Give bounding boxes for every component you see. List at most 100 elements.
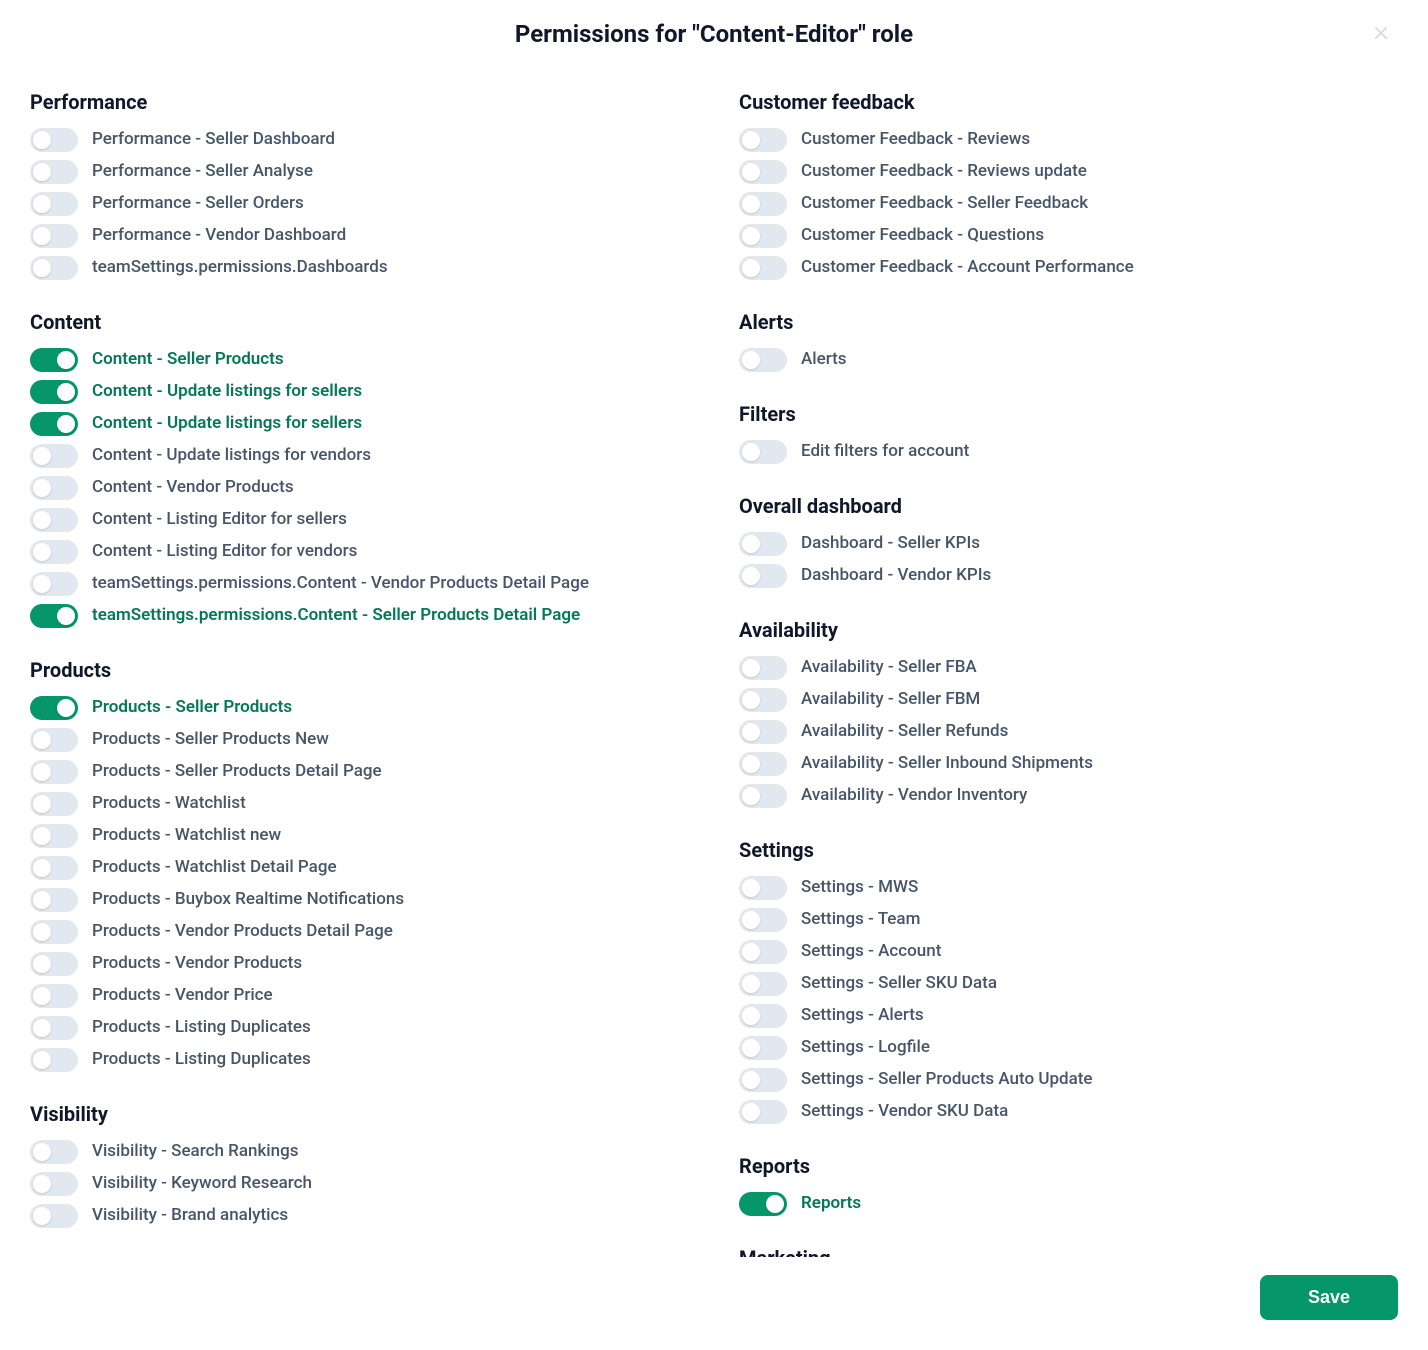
- permission-toggle[interactable]: [30, 128, 78, 152]
- permission-toggle[interactable]: [30, 192, 78, 216]
- permission-label: Content - Seller Products: [92, 349, 284, 370]
- permission-toggle[interactable]: [30, 696, 78, 720]
- permission-group: Marketing: [739, 1246, 1402, 1257]
- permission-toggle[interactable]: [30, 984, 78, 1008]
- permission-toggle[interactable]: [30, 792, 78, 816]
- permission-toggle[interactable]: [30, 380, 78, 404]
- permission-toggle[interactable]: [739, 972, 787, 996]
- permission-row: Products - Watchlist: [30, 788, 693, 820]
- modal-body-wrap: PerformancePerformance - Seller Dashboar…: [0, 70, 1428, 1257]
- permission-toggle[interactable]: [30, 888, 78, 912]
- permission-row: Content - Update listings for sellers: [30, 376, 693, 408]
- permission-toggle[interactable]: [30, 760, 78, 784]
- permission-row: Settings - MWS: [739, 872, 1402, 904]
- modal-body[interactable]: PerformancePerformance - Seller Dashboar…: [30, 70, 1420, 1257]
- toggle-knob: [742, 1007, 760, 1025]
- toggle-knob: [33, 511, 51, 529]
- toggle-knob: [742, 195, 760, 213]
- permission-toggle[interactable]: [30, 572, 78, 596]
- permission-toggle[interactable]: [739, 752, 787, 776]
- permission-toggle[interactable]: [739, 876, 787, 900]
- permissions-column: Customer feedbackCustomer Feedback - Rev…: [739, 90, 1402, 1257]
- permission-label: Visibility - Search Rankings: [92, 1141, 299, 1162]
- toggle-knob: [742, 131, 760, 149]
- permission-row: Availability - Seller Inbound Shipments: [739, 748, 1402, 780]
- permission-toggle[interactable]: [739, 784, 787, 808]
- permission-toggle[interactable]: [739, 1192, 787, 1216]
- permission-toggle[interactable]: [30, 160, 78, 184]
- permission-toggle[interactable]: [30, 444, 78, 468]
- permission-group-title: Visibility: [30, 1102, 693, 1126]
- permission-toggle[interactable]: [739, 348, 787, 372]
- permission-group: Customer feedbackCustomer Feedback - Rev…: [739, 90, 1402, 284]
- permission-toggle[interactable]: [30, 728, 78, 752]
- permission-row: Products - Seller Products: [30, 692, 693, 724]
- permission-group-title: Reports: [739, 1154, 1402, 1178]
- permission-toggle[interactable]: [30, 540, 78, 564]
- permission-row: Performance - Seller Dashboard: [30, 124, 693, 156]
- toggle-knob: [33, 227, 51, 245]
- toggle-knob: [33, 923, 51, 941]
- permission-toggle[interactable]: [30, 824, 78, 848]
- permission-toggle[interactable]: [739, 1068, 787, 1092]
- permission-toggle[interactable]: [739, 720, 787, 744]
- permission-toggle[interactable]: [739, 532, 787, 556]
- permission-toggle[interactable]: [739, 224, 787, 248]
- permission-toggle[interactable]: [739, 908, 787, 932]
- permission-toggle[interactable]: [739, 1036, 787, 1060]
- permission-toggle[interactable]: [30, 348, 78, 372]
- toggle-knob: [33, 131, 51, 149]
- permission-toggle[interactable]: [739, 564, 787, 588]
- permission-toggle[interactable]: [30, 224, 78, 248]
- permission-toggle[interactable]: [739, 656, 787, 680]
- permission-row: Availability - Vendor Inventory: [739, 780, 1402, 812]
- permission-label: Products - Seller Products: [92, 697, 292, 718]
- permission-group: SettingsSettings - MWSSettings - TeamSet…: [739, 838, 1402, 1128]
- toggle-knob: [742, 259, 760, 277]
- permission-toggle[interactable]: [739, 128, 787, 152]
- toggle-knob: [57, 699, 75, 717]
- permission-toggle[interactable]: [739, 940, 787, 964]
- toggle-knob: [33, 1143, 51, 1161]
- permission-toggle[interactable]: [30, 920, 78, 944]
- permission-label: Settings - Team: [801, 909, 920, 930]
- permission-row: Products - Watchlist Detail Page: [30, 852, 693, 884]
- permission-toggle[interactable]: [30, 1140, 78, 1164]
- permission-row: Products - Vendor Products: [30, 948, 693, 980]
- permission-row: Alerts: [739, 344, 1402, 376]
- permission-label: Products - Vendor Products Detail Page: [92, 921, 393, 942]
- save-button[interactable]: Save: [1260, 1275, 1398, 1320]
- toggle-knob: [57, 415, 75, 433]
- permission-toggle[interactable]: [30, 476, 78, 500]
- permission-toggle[interactable]: [30, 1016, 78, 1040]
- permission-row: Content - Listing Editor for vendors: [30, 536, 693, 568]
- permission-label: Products - Seller Products New: [92, 729, 329, 750]
- permission-row: Content - Listing Editor for sellers: [30, 504, 693, 536]
- permission-toggle[interactable]: [30, 952, 78, 976]
- permission-label: Reports: [801, 1193, 861, 1214]
- close-button[interactable]: [1372, 24, 1402, 54]
- permission-toggle[interactable]: [739, 1100, 787, 1124]
- permission-toggle[interactable]: [30, 412, 78, 436]
- permission-group: FiltersEdit filters for account: [739, 402, 1402, 468]
- permission-toggle[interactable]: [739, 160, 787, 184]
- permission-toggle[interactable]: [739, 1004, 787, 1028]
- permission-toggle[interactable]: [30, 1172, 78, 1196]
- toggle-knob: [742, 879, 760, 897]
- permission-toggle[interactable]: [30, 256, 78, 280]
- permission-toggle[interactable]: [30, 604, 78, 628]
- permission-row: Performance - Seller Orders: [30, 188, 693, 220]
- permission-toggle[interactable]: [30, 1048, 78, 1072]
- permission-label: Customer Feedback - Seller Feedback: [801, 193, 1088, 214]
- permission-label: Performance - Seller Dashboard: [92, 129, 335, 150]
- permission-toggle[interactable]: [30, 856, 78, 880]
- permission-row: Products - Vendor Price: [30, 980, 693, 1012]
- permission-toggle[interactable]: [739, 192, 787, 216]
- permission-toggle[interactable]: [30, 508, 78, 532]
- permission-toggle[interactable]: [739, 256, 787, 280]
- permission-toggle[interactable]: [739, 440, 787, 464]
- permission-toggle[interactable]: [739, 688, 787, 712]
- permission-group-title: Overall dashboard: [739, 494, 1402, 518]
- permission-toggle[interactable]: [30, 1204, 78, 1228]
- permission-label: Products - Listing Duplicates: [92, 1017, 311, 1038]
